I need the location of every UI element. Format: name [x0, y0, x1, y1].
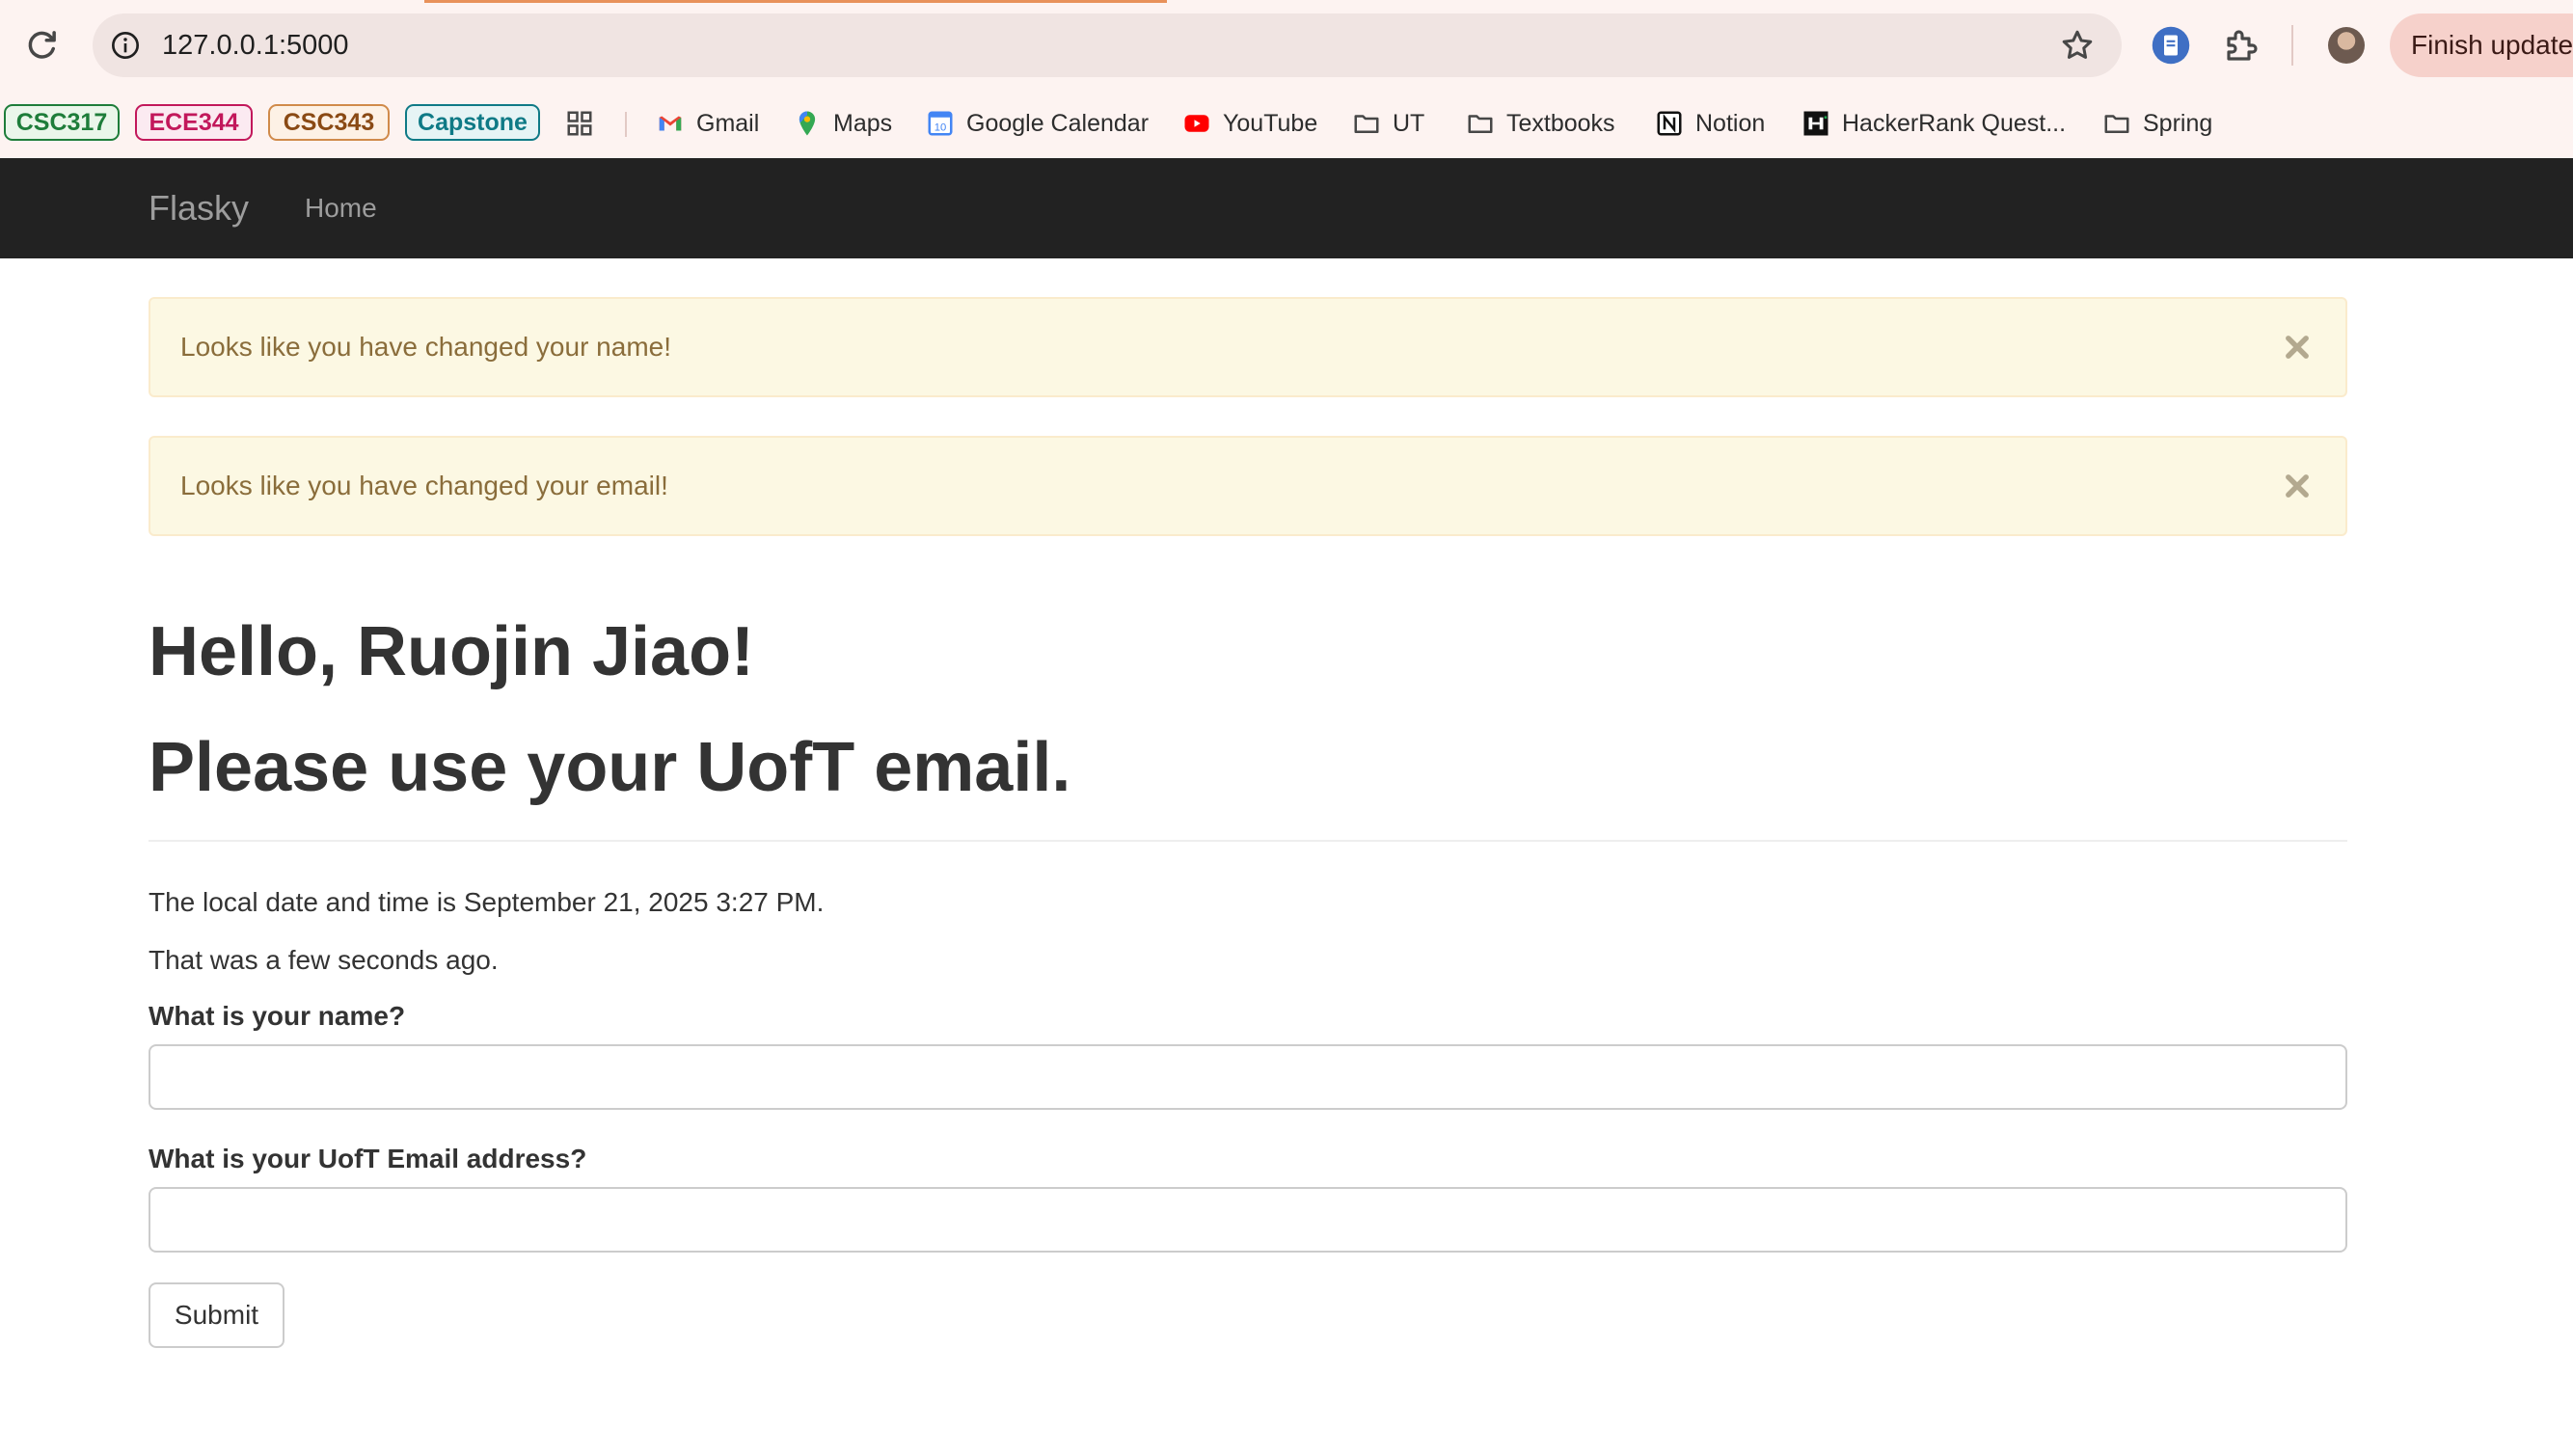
bookmark-chip-csc343[interactable]: CSC343: [268, 104, 390, 141]
nav-home-link[interactable]: Home: [305, 158, 377, 258]
top-navbar: Flasky Home: [0, 158, 2573, 258]
bookmark-label: Spring: [2143, 110, 2213, 137]
bookmark-label: Google Calendar: [966, 110, 1150, 137]
browser-chrome: 127.0.0.1:5000 Finish update CSC317 ECE3…: [0, 0, 2573, 158]
address-bar[interactable]: 127.0.0.1:5000: [93, 13, 2122, 77]
bookmark-label: Notion: [1695, 110, 1766, 137]
toolbar-divider: [2291, 25, 2293, 66]
alert-message: Looks like you have changed your name!: [180, 332, 671, 362]
alert-message: Looks like you have changed your email!: [180, 471, 668, 500]
relative-time-text: That was a few seconds ago.: [149, 945, 499, 975]
bookmark-star-icon[interactable]: [2060, 28, 2095, 63]
bookmarks-divider: [625, 112, 627, 137]
reload-icon[interactable]: [21, 25, 62, 66]
name-field-label: What is your name?: [149, 1001, 406, 1031]
notion-icon: [1657, 111, 1682, 136]
maps-pin-icon: [799, 111, 816, 136]
svg-text:10: 10: [934, 122, 947, 134]
local-time-text: The local date and time is September 21,…: [149, 887, 825, 917]
email-notice-heading: Please use your UofT email.: [149, 729, 1071, 806]
name-input[interactable]: [149, 1044, 2347, 1110]
bookmark-label: Textbooks: [1506, 110, 1615, 137]
email-input[interactable]: [149, 1187, 2347, 1253]
bookmark-label: Maps: [833, 110, 893, 137]
bookmarks-bar: CSC317 ECE344 CSC343 Capstone Gmail Maps…: [0, 100, 2573, 147]
flash-alert-name: Looks like you have changed your name!: [149, 297, 2347, 397]
bookmark-label: UT: [1393, 110, 1425, 137]
folder-icon: [1354, 115, 1379, 133]
flash-alert-email: Looks like you have changed your email!: [149, 436, 2347, 536]
youtube-icon: [1184, 115, 1209, 132]
bookmark-label: YouTube: [1223, 110, 1318, 137]
gmail-icon: [659, 116, 682, 131]
hackerrank-icon: [1803, 111, 1828, 136]
close-icon[interactable]: [2276, 465, 2318, 507]
calendar-icon: 10: [928, 111, 953, 136]
submit-button[interactable]: Submit: [149, 1282, 284, 1348]
close-icon[interactable]: [2276, 326, 2318, 368]
bookmark-label: Gmail: [696, 110, 760, 137]
bookmark-chip-csc317[interactable]: CSC317: [4, 104, 120, 141]
folder-icon: [1468, 115, 1493, 133]
extension-doc-icon[interactable]: [2151, 25, 2191, 66]
finish-update-button[interactable]: Finish update: [2390, 13, 2573, 77]
apps-grid-icon[interactable]: [565, 109, 594, 138]
site-info-icon[interactable]: [110, 30, 141, 61]
extensions-puzzle-icon[interactable]: [2222, 25, 2262, 66]
bookmark-chip-capstone[interactable]: Capstone: [405, 104, 540, 141]
url-text[interactable]: 127.0.0.1:5000: [162, 13, 349, 77]
navbar-brand[interactable]: Flasky: [149, 158, 249, 258]
greeting-heading: Hello, Ruojin Jiao!: [149, 613, 755, 690]
bookmark-label: HackerRank Quest...: [1842, 110, 2067, 137]
header-divider: [149, 840, 2347, 842]
folder-icon: [2104, 115, 2129, 133]
email-field-label: What is your UofT Email address?: [149, 1144, 587, 1173]
profile-avatar[interactable]: [2328, 27, 2365, 64]
bookmark-chip-ece344[interactable]: ECE344: [135, 104, 253, 141]
page-load-progress: [424, 0, 1167, 3]
